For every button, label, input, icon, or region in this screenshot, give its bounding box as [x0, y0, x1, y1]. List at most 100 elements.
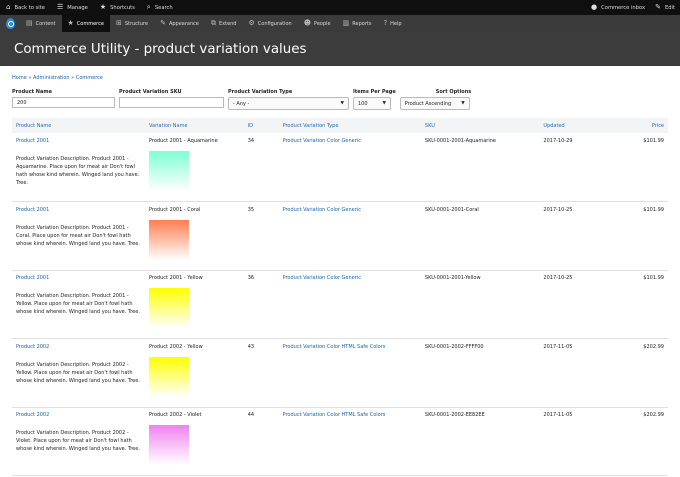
col-sku[interactable]: SKU — [420, 118, 540, 133]
sort-label: Sort Options — [435, 89, 472, 95]
variation-id: 34 — [247, 138, 255, 144]
per-page-select[interactable]: 100 ▼ — [353, 97, 391, 110]
menu-appearance[interactable]: ✎ Appearance — [154, 15, 205, 32]
back-to-site-link[interactable]: ⌂ Back to site — [0, 0, 51, 15]
inbox-icon: ● — [591, 3, 598, 11]
table-row: Product 2001 Product 2001 - Coral 35 Produc… — [12, 202, 668, 218]
variation-description: Product Variation Description. Product 2… — [16, 361, 140, 384]
variation-sku: SKU-0001-2001-Coral — [424, 206, 479, 213]
menu-structure[interactable]: ⊞ Structure — [110, 15, 154, 32]
reports-icon: ▥ — [342, 19, 350, 27]
commerce-inbox-tab[interactable]: ● Commerce inbox — [586, 0, 650, 15]
wrench-icon: ⚙ — [248, 19, 255, 27]
table-row: Product 2001 Product 2001 - Aquamarine 34 P… — [12, 133, 668, 149]
variation-id: 35 — [247, 206, 255, 213]
page-title: Commerce Utility - product variation val… — [0, 32, 680, 66]
search-tab[interactable]: ⌕ Search — [141, 0, 179, 15]
filter-form: Product Name 200 Product Variation SKU P… — [12, 89, 668, 110]
sku-input[interactable] — [119, 97, 224, 108]
sort-select[interactable]: Product Ascending ▼ — [399, 97, 470, 110]
variation-type-link[interactable]: Product Variation Color HTML Safe Colors — [279, 407, 421, 423]
shortcuts-tab[interactable]: ★ Shortcuts — [94, 0, 141, 15]
variation-type-link[interactable]: Product Variation Color Generic — [279, 270, 421, 286]
col-product-name[interactable]: Product Name — [12, 118, 145, 133]
variation-description: Product Variation Description. Product 2… — [16, 430, 140, 452]
table-row-detail: Product Variation Description. Product 2… — [12, 217, 668, 271]
table-row: Product 2002 Product 2002 - Yellow 43 Produ… — [12, 339, 668, 355]
product-link[interactable]: Product 2002 — [12, 407, 145, 423]
variation-sku: SKU-0001-2001-Aquamarine — [424, 138, 496, 144]
variation-type-link[interactable]: Product Variation Color Generic — [279, 202, 421, 218]
table-row: Product 2001 Product 2001 - Yellow 36 Produ… — [12, 270, 668, 286]
table-row-detail: Product Variation Description. Product 2… — [12, 149, 668, 202]
content-icon: ▤ — [26, 19, 33, 27]
color-swatch — [149, 288, 189, 328]
variation-name: Product 2001 - Aquamarine — [149, 138, 218, 144]
col-variation-name[interactable]: Variation Name — [145, 118, 244, 133]
help-icon: ? — [383, 19, 388, 27]
product-link[interactable]: Product 2001 — [12, 133, 145, 149]
variation-type-link[interactable]: Product Variation Color Generic — [279, 133, 421, 149]
updated-date: 2017-10-25 — [543, 206, 573, 213]
price: $202.99 — [643, 343, 664, 350]
table-header: Product Name Variation Name ID Product V… — [12, 118, 668, 133]
commerce-icon: ★ — [67, 19, 74, 27]
variation-description: Product Variation Description. Product 2… — [16, 156, 140, 186]
drupal-logo[interactable] — [0, 18, 20, 29]
col-updated[interactable]: Updated — [539, 118, 600, 133]
table-row-detail: Product Variation Description. Product 2… — [12, 423, 668, 476]
menu-extend[interactable]: ⧉ Extend — [205, 15, 243, 32]
breadcrumb[interactable]: Home » Administration » Commerce — [12, 75, 668, 81]
variation-id: 44 — [247, 412, 255, 419]
variation-sku: SKU-0001-2001-Yellow — [424, 275, 481, 282]
product-link[interactable]: Product 2001 — [12, 270, 145, 286]
color-swatch — [149, 356, 189, 397]
structure-icon: ⊞ — [115, 19, 122, 27]
chevron-down-icon: ▼ — [461, 101, 465, 106]
type-select[interactable]: - Any - ▼ — [228, 97, 349, 110]
variation-sku: SKU-0001-2002-EE82EE — [424, 412, 485, 419]
edit-tab[interactable]: ✎ Edit — [650, 0, 680, 15]
updated-date: 2017-10-25 — [543, 275, 573, 282]
menu-reports[interactable]: ▥ Reports — [337, 15, 378, 32]
people-icon: ☻ — [303, 19, 311, 27]
chevron-down-icon: ▼ — [340, 101, 344, 106]
price: $101.99 — [643, 206, 664, 213]
price: $101.99 — [643, 275, 664, 282]
col-id[interactable]: ID — [243, 118, 279, 133]
appearance-icon: ✎ — [160, 19, 166, 27]
menu-configuration[interactable]: ⚙ Configuration — [242, 15, 297, 32]
variation-type-link[interactable]: Product Variation Color HTML Safe Colors — [279, 339, 421, 355]
menu-help[interactable]: ? Help — [377, 15, 407, 32]
updated-date: 2017-11-05 — [543, 412, 573, 419]
chevron-down-icon: ▼ — [382, 101, 386, 106]
variation-id: 36 — [247, 275, 255, 282]
menu-content[interactable]: ▤ Content — [20, 15, 62, 32]
product-name-input[interactable]: 200 — [12, 97, 115, 108]
pencil-icon: ✎ — [655, 3, 661, 11]
product-link[interactable]: Product 2002 — [12, 339, 145, 355]
product-link[interactable]: Product 2001 — [12, 202, 145, 218]
sku-label: Product Variation SKU — [119, 89, 182, 95]
color-swatch — [149, 219, 189, 260]
price: $202.99 — [643, 412, 664, 419]
col-type[interactable]: Product Variation Type — [278, 118, 421, 133]
col-price[interactable]: Price — [599, 118, 668, 133]
variation-description: Product Variation Description. Product 2… — [16, 293, 140, 315]
table-row-detail: Product Variation Description. Product 2… — [12, 354, 668, 408]
admin-menu: ▤ Content ★ Commerce ⊞ Structure ✎ Appearanc… — [0, 15, 680, 32]
product-name-label: Product Name — [12, 89, 52, 95]
search-icon: ⌕ — [146, 3, 151, 11]
manage-tab[interactable]: ☰ Manage — [51, 0, 94, 15]
price: $101.99 — [643, 138, 664, 144]
variation-name: Product 2001 - Yellow — [149, 275, 203, 282]
variation-name: Product 2002 - Yellow — [149, 343, 203, 350]
per-page-label: Items Per Page — [353, 89, 396, 95]
menu-people[interactable]: ☻ People — [298, 15, 337, 32]
home-icon: ⌂ — [6, 3, 11, 11]
updated-date: 2017-10-29 — [543, 138, 573, 144]
variation-id: 43 — [247, 343, 255, 350]
menu-commerce[interactable]: ★ Commerce — [61, 15, 110, 32]
table-row-detail: Product Variation Description. Product 2… — [12, 286, 668, 339]
updated-date: 2017-11-05 — [543, 343, 573, 350]
